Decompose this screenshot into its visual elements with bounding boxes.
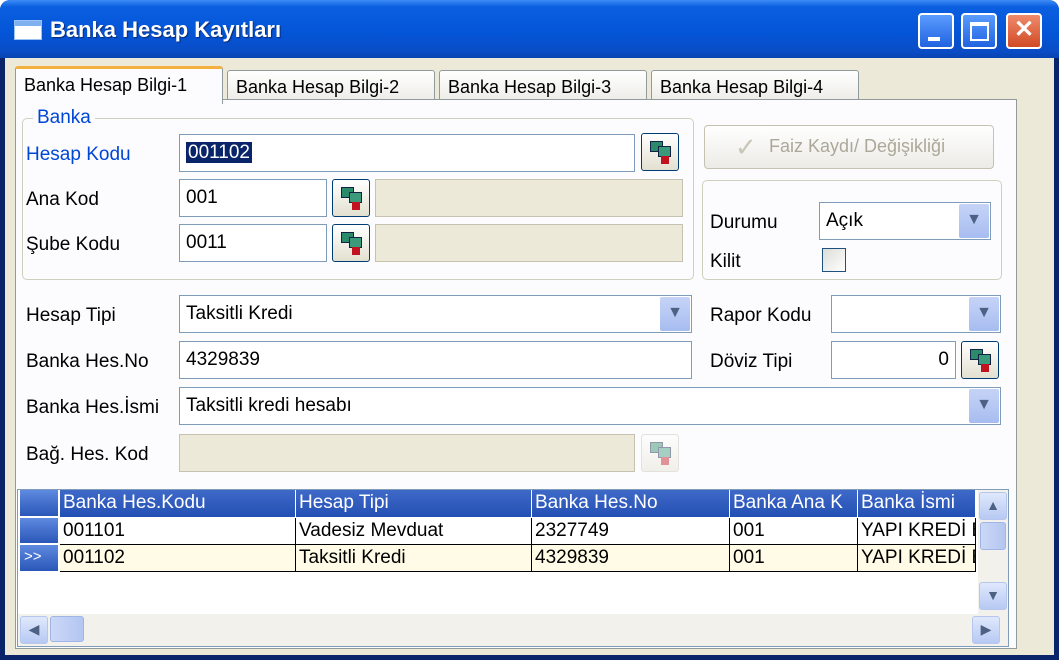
bag-hes-kod-input bbox=[179, 434, 635, 472]
tab-banka-hesap-bilgi-4[interactable]: Banka Hesap Bilgi-4 bbox=[651, 70, 859, 102]
horizontal-scrollbar[interactable]: ◀ ▶ bbox=[18, 614, 1008, 646]
scroll-down-icon[interactable]: ▼ bbox=[979, 582, 1007, 610]
vertical-scroll-thumb[interactable] bbox=[980, 522, 1006, 550]
chevron-down-icon[interactable]: ▼ bbox=[660, 297, 690, 331]
ana-kod-input[interactable]: 001 bbox=[179, 179, 327, 217]
hesap-tipi-value: Taksitli Kredi bbox=[186, 303, 293, 324]
banka-hes-no-input[interactable]: 4329839 bbox=[179, 341, 692, 379]
rapor-kodu-select[interactable]: ▼ bbox=[831, 295, 1001, 333]
kilit-checkbox[interactable] bbox=[822, 248, 846, 272]
sube-kodu-label: Şube Kodu bbox=[26, 234, 121, 255]
checkmark-icon: ✓ bbox=[735, 132, 757, 162]
application-window: Banka Hesap Kayıtları ✕ Banka Hesap Bilg… bbox=[0, 0, 1059, 660]
bag-hes-kod-lookup-button bbox=[641, 434, 679, 472]
column-header-banka-hes-kodu[interactable]: Banka Hes.Kodu bbox=[60, 490, 296, 517]
sube-kodu-lookup-button[interactable] bbox=[332, 224, 370, 262]
column-header-hesap-tipi[interactable]: Hesap Tipi bbox=[296, 490, 532, 517]
durumu-select[interactable]: Açık ▼ bbox=[819, 202, 991, 240]
chevron-down-icon[interactable]: ▼ bbox=[969, 389, 999, 423]
table-cell[interactable]: YAPI KREDİ BA bbox=[858, 518, 976, 545]
records-grid[interactable]: Banka Hes.Kodu Hesap Tipi Banka Hes.No B… bbox=[17, 489, 1009, 647]
table-cell[interactable]: YAPI KREDİ BA bbox=[858, 545, 976, 572]
faiz-kaydi-button[interactable]: ✓ Faiz Kaydı/ Değişikliği bbox=[704, 125, 994, 169]
banka-hes-no-label: Banka Hes.No bbox=[26, 351, 149, 372]
table-cell[interactable]: 001 bbox=[730, 518, 858, 545]
table-cell[interactable]: 001 bbox=[730, 545, 858, 572]
faiz-kaydi-label: Faiz Kaydı/ Değişikliği bbox=[769, 136, 946, 156]
doviz-tipi-lookup-button[interactable] bbox=[961, 341, 999, 379]
bag-hes-kod-label: Bağ. Hes. Kod bbox=[26, 444, 149, 465]
tab-banka-hesap-bilgi-2[interactable]: Banka Hesap Bilgi-2 bbox=[227, 70, 435, 102]
window-title: Banka Hesap Kayıtları bbox=[50, 17, 282, 42]
hesap-kodu-value: 001102 bbox=[186, 142, 252, 163]
durumu-value: Açık bbox=[826, 210, 863, 231]
sube-kodu-input[interactable]: 0011 bbox=[179, 224, 327, 262]
banka-group-legend: Banka bbox=[33, 107, 95, 129]
doviz-tipi-input[interactable]: 0 bbox=[831, 341, 956, 379]
hesap-kodu-input[interactable]: 001102 bbox=[179, 134, 635, 172]
column-header-banka-hes-no[interactable]: Banka Hes.No bbox=[532, 490, 730, 517]
scroll-right-icon[interactable]: ▶ bbox=[972, 616, 1000, 644]
tab-banka-hesap-bilgi-1[interactable]: Banka Hesap Bilgi-1 bbox=[15, 66, 223, 104]
table-cell[interactable]: 001101 bbox=[60, 518, 296, 545]
minimize-icon bbox=[928, 37, 940, 41]
banka-hes-ismi-select[interactable]: Taksitli kredi hesabı ▼ bbox=[179, 387, 1001, 425]
doviz-tipi-label: Döviz Tipi bbox=[710, 351, 793, 372]
vertical-scrollbar[interactable]: ▲ ▼ bbox=[978, 490, 1008, 614]
hesap-kodu-lookup-button[interactable] bbox=[641, 133, 679, 171]
tab-banka-hesap-bilgi-3[interactable]: Banka Hesap Bilgi-3 bbox=[439, 70, 647, 102]
scroll-left-icon[interactable]: ◀ bbox=[20, 616, 48, 644]
banka-hes-ismi-label: Banka Hes.İsmi bbox=[26, 397, 160, 418]
title-bar[interactable]: Banka Hesap Kayıtları ✕ bbox=[0, 0, 1059, 58]
durumu-label: Durumu bbox=[710, 212, 778, 233]
horizontal-scroll-thumb[interactable] bbox=[50, 616, 84, 642]
table-cell[interactable]: Vadesiz Mevduat bbox=[296, 518, 532, 545]
table-cell[interactable]: 2327749 bbox=[532, 518, 730, 545]
row-indicator[interactable] bbox=[20, 518, 58, 544]
scroll-up-icon[interactable]: ▲ bbox=[979, 492, 1007, 520]
table-cell[interactable]: 001102 bbox=[60, 545, 296, 572]
chevron-down-icon[interactable]: ▼ bbox=[969, 297, 999, 331]
current-row-indicator[interactable]: >> bbox=[20, 545, 58, 572]
close-icon: ✕ bbox=[1013, 16, 1035, 43]
minimize-button[interactable] bbox=[918, 13, 954, 49]
maximize-icon bbox=[970, 22, 989, 41]
ana-kod-description bbox=[375, 179, 683, 217]
close-button[interactable]: ✕ bbox=[1006, 13, 1042, 49]
rapor-kodu-label: Rapor Kodu bbox=[710, 305, 812, 326]
chevron-down-icon[interactable]: ▼ bbox=[959, 204, 989, 238]
hesap-kodu-label: Hesap Kodu bbox=[26, 144, 131, 165]
banka-hes-ismi-value: Taksitli kredi hesabı bbox=[186, 395, 352, 416]
ana-kod-lookup-button[interactable] bbox=[332, 179, 370, 217]
ana-kod-label: Ana Kod bbox=[26, 189, 99, 210]
table-cell[interactable]: Taksitli Kredi bbox=[296, 545, 532, 572]
column-header-banka-ismi[interactable]: Banka İsmi bbox=[858, 490, 976, 517]
kilit-label: Kilit bbox=[710, 251, 741, 272]
hesap-tipi-label: Hesap Tipi bbox=[26, 305, 116, 326]
window-icon bbox=[14, 20, 42, 40]
table-cell[interactable]: 4329839 bbox=[532, 545, 730, 572]
maximize-button[interactable] bbox=[961, 13, 997, 49]
column-header-banka-ana-kod[interactable]: Banka Ana K bbox=[730, 490, 858, 517]
sube-kodu-description bbox=[375, 224, 683, 262]
hesap-tipi-select[interactable]: Taksitli Kredi ▼ bbox=[179, 295, 692, 333]
grid-corner bbox=[20, 490, 58, 517]
